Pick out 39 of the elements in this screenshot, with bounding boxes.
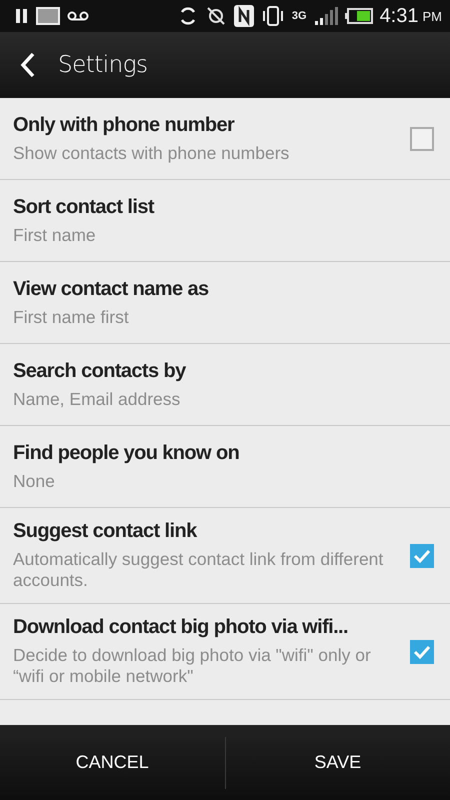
settings-row[interactable]: Download contact big photo via wifi... Decide to download big photo via "wifi" only or “wifi or mobile network" <box>0 604 450 700</box>
pause-icon <box>15 8 29 24</box>
screen-title: Settings <box>58 52 148 78</box>
setting-summary: None <box>13 470 56 492</box>
setting-title: View contact name as <box>13 278 210 300</box>
back-icon[interactable] <box>20 52 36 78</box>
setting-title: Only with phone number <box>13 114 236 136</box>
action-button[interactable]: CANCEL <box>0 725 224 800</box>
vibrate-icon <box>260 6 285 26</box>
setting-summary: First name first <box>13 306 130 328</box>
voicemail-icon <box>67 11 89 21</box>
nfc-icon <box>234 5 254 27</box>
checkbox[interactable] <box>410 640 434 664</box>
settings-row[interactable]: Suggest contact link Automatically suggest contact link from different accounts. <box>0 508 450 604</box>
setting-summary: Decide to download big photo via "wifi" only or “wifi or mobile network" <box>13 645 372 687</box>
settings-row[interactable]: Sort contact list First name <box>0 180 450 262</box>
setting-title: Search contacts by <box>13 360 187 382</box>
checkbox[interactable] <box>410 126 434 150</box>
signal-icon <box>314 7 338 25</box>
setting-title: Find people you know on <box>13 442 240 464</box>
setting-summary: Automatically suggest contact link from different accounts. <box>13 549 384 591</box>
setting-summary: Show contacts with phone numbers <box>13 142 290 164</box>
setting-summary: First name <box>13 224 97 246</box>
action-button[interactable]: SAVE <box>226 725 450 800</box>
clock-ampm: PM <box>422 8 442 24</box>
setting-title: Suggest contact link <box>13 520 198 543</box>
network-type-label: 3G <box>292 10 307 22</box>
settings-row[interactable]: Only with phone number Show contacts with phone numbers <box>0 98 450 180</box>
settings-row[interactable]: View contact name as First name first <box>0 262 450 344</box>
gps-off-icon <box>204 5 227 27</box>
image-icon <box>36 7 60 25</box>
clock-time: 4:31 <box>380 4 418 28</box>
battery-icon <box>344 8 373 24</box>
setting-title: Download contact big photo via wifi... <box>13 616 349 639</box>
settings-row[interactable]: Find people you know on None <box>0 426 450 508</box>
setting-title: Sort contact list <box>13 196 156 218</box>
settings-row[interactable]: Search contacts by Name, Email address <box>0 344 450 426</box>
setting-summary: Name, Email address <box>13 388 182 410</box>
checkbox[interactable] <box>410 544 434 568</box>
